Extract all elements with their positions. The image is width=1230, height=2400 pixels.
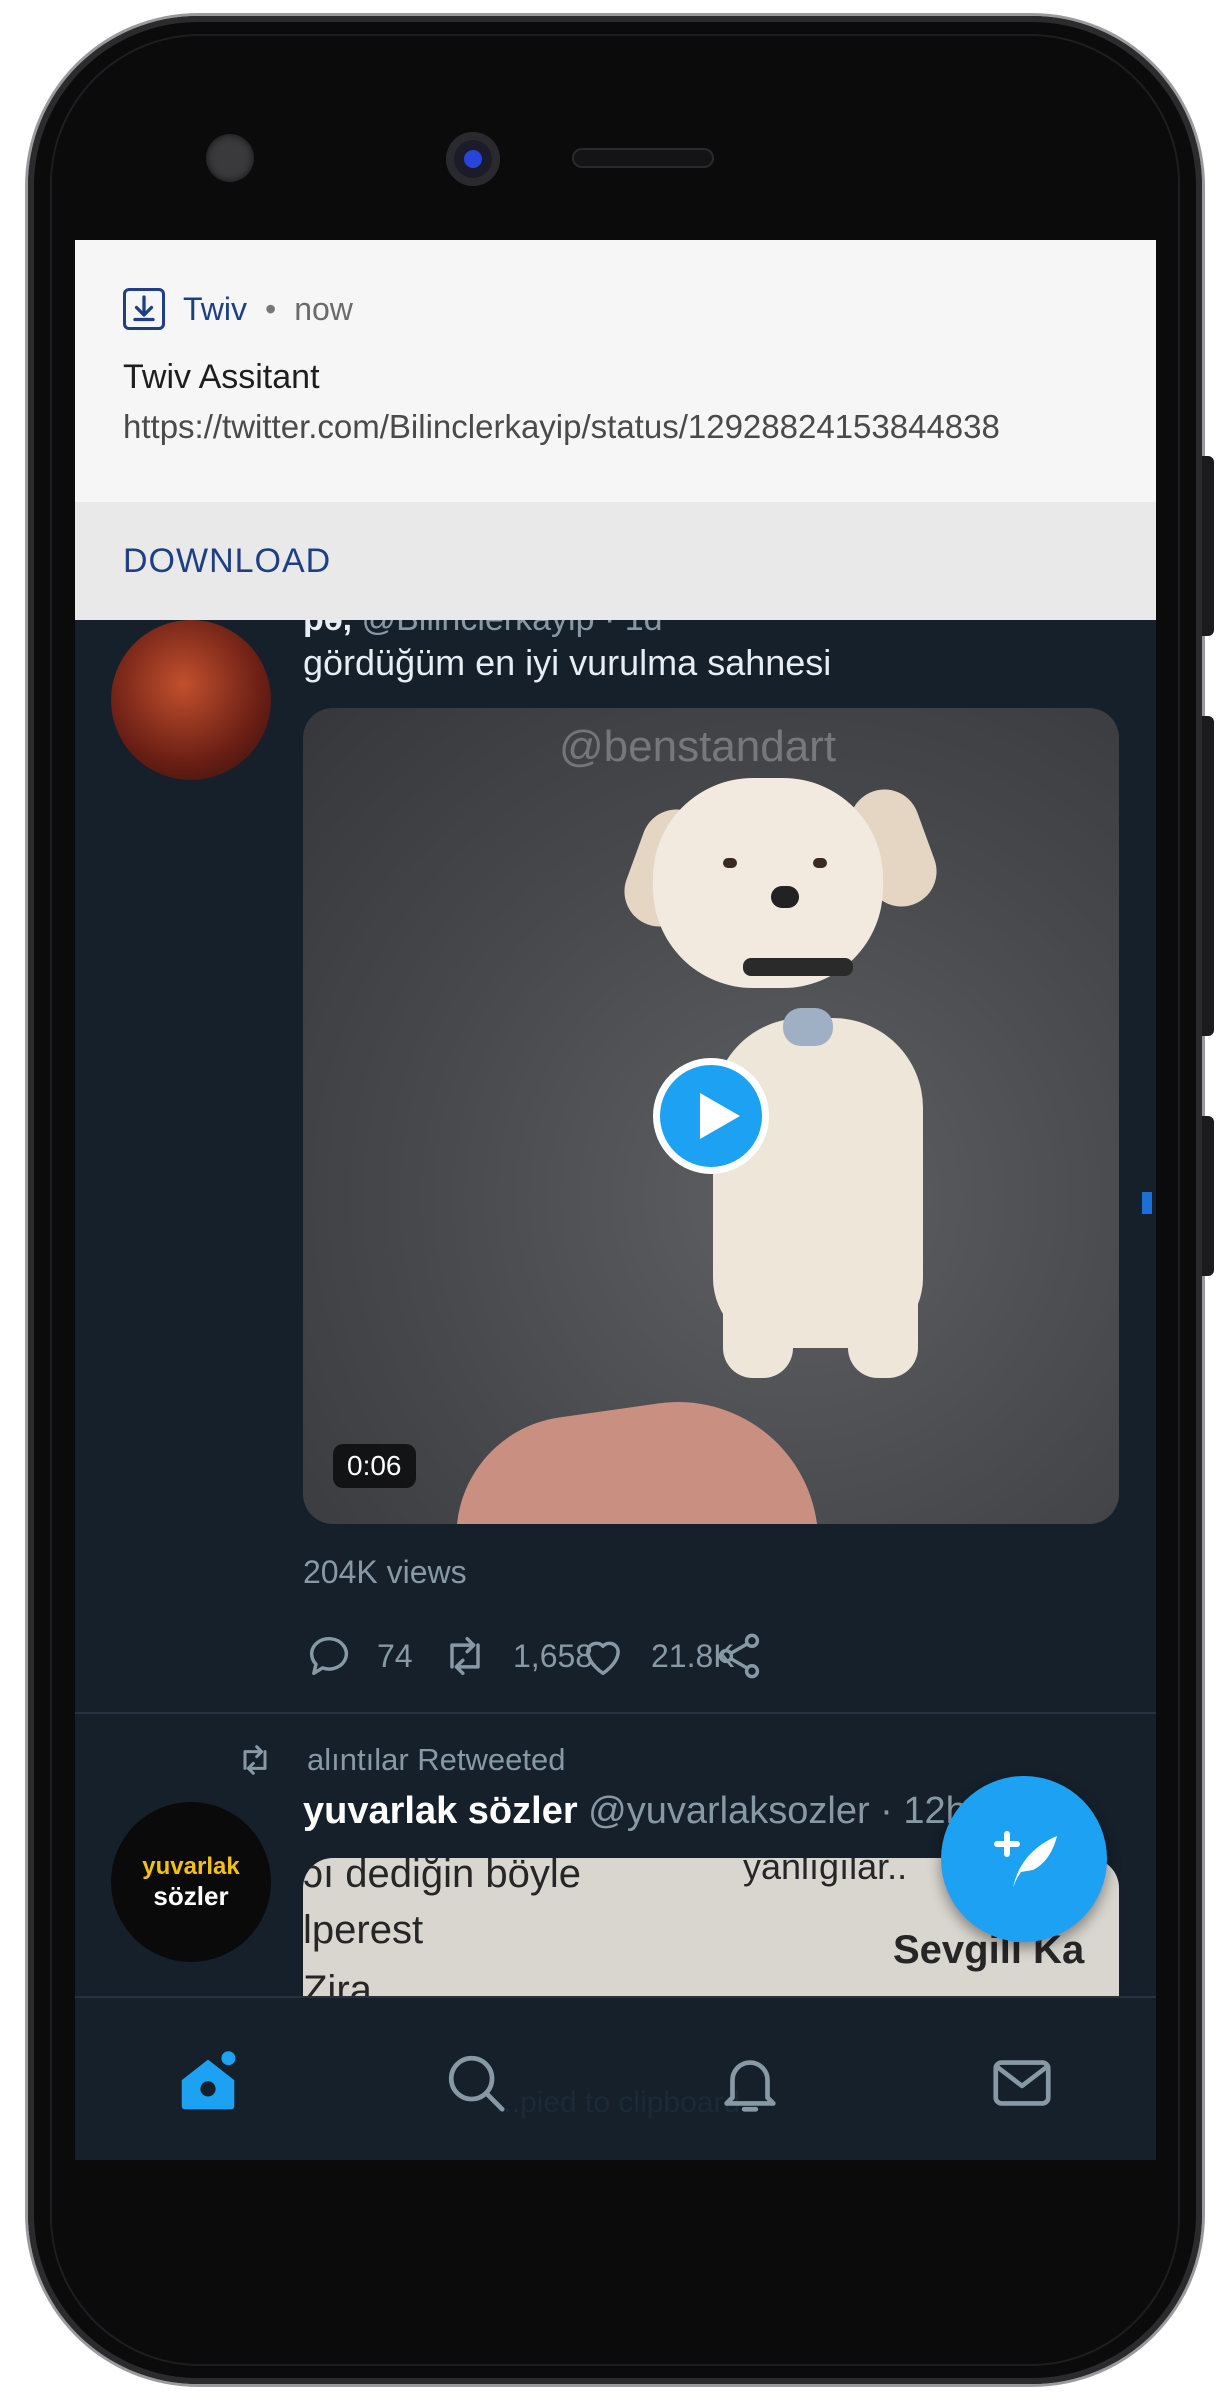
messages-icon [993,2060,1051,2106]
notifications-icon [724,2060,776,2112]
retweeted-by[interactable]: alıntılar Retweeted [307,1742,565,1778]
notification[interactable]: Twiv • now Twiv Assitant https://twitter… [75,240,1156,620]
image-text: ɔı dediğin böyle [303,1858,581,1896]
dog-body [713,1018,923,1348]
author-handle: @yuvarlaksozler [588,1790,870,1832]
retweet-button[interactable]: 1,658 [439,1630,593,1682]
screen: pə, @Bilinclerkayip · 1d gördüğüm en iyi… [75,240,1156,2160]
notification-app-name: Twiv [183,290,247,327]
retweet-context: alıntılar Retweeted [235,1740,565,1780]
video-watermark: @benstandart [559,722,837,771]
tweet-divider [75,1712,1156,1714]
video-duration: 0:06 [333,1444,416,1488]
bottom-navigation: ...pied to clipboard [75,1996,1156,2160]
earpiece-speaker [572,148,714,168]
notification-text: https://twitter.com/Bilinclerkayip/statu… [123,408,1000,445]
video-media[interactable]: @benstandart 0:06 [303,708,1119,1524]
dog-tag [783,1008,833,1046]
separator: · [880,1790,893,1832]
download-button[interactable]: DOWNLOAD [123,542,331,581]
image-text: yanlıgılar.. [743,1858,908,1887]
play-button[interactable] [653,1058,769,1174]
volume-down-button [1202,716,1214,1036]
dog-eye [723,858,737,868]
author-name[interactable]: yuvarlak sözler [303,1790,578,1832]
search-icon [448,2055,505,2112]
volume-up-button [1202,456,1214,636]
share-button[interactable] [713,1630,765,1682]
hand [440,1383,826,1524]
reply-count: 74 [377,1637,413,1674]
download-icon [123,288,165,330]
front-camera [446,132,500,186]
avatar-text: sözler [153,1881,229,1911]
power-button [1202,1116,1214,1276]
notification-actions: DOWNLOAD [75,502,1156,620]
scroll-indicator [1142,1192,1152,1214]
dog-collar [743,958,853,976]
nav-search[interactable] [441,2048,511,2118]
avatar-text: yuvarlak [142,1853,240,1880]
avatar[interactable]: yuvarlak sözler [111,1802,271,1962]
nav-home[interactable] [173,2048,243,2118]
image-text: lperest [303,1908,424,1952]
like-button[interactable]: 21.8K [577,1630,735,1682]
compose-button[interactable] [941,1776,1107,1942]
toast-text: ...pied to clipboard [495,2086,741,2119]
tweet-text: gördüğüm en iyi vurulma sahnesi [303,642,832,683]
share-icon [718,1633,760,1679]
tweet-actions: 74 1,658 21.8K [303,1630,1023,1690]
dog-head [653,778,883,988]
nav-messages[interactable] [987,2048,1057,2118]
dog-eye [813,858,827,868]
notification-time: now [294,290,353,327]
retweet-icon [450,1636,480,1676]
separator: • [265,290,277,327]
notification-header: Twiv • now [123,288,353,330]
heart-icon [586,1641,620,1676]
avatar[interactable] [111,620,271,780]
reply-icon [309,1636,349,1676]
view-count: 204K views [303,1554,467,1590]
dog-nose [771,886,799,908]
home-icon [181,2051,236,2110]
notification-title: Twiv Assitant [123,358,320,396]
tweet-author-line: yuvarlak sözler @yuvarlaksozler · 12h [303,1790,967,1833]
nav-notifications[interactable] [715,2048,785,2118]
compose-feather-icon [994,1831,1057,1888]
proximity-sensor [206,134,254,182]
reply-button[interactable]: 74 [303,1630,413,1682]
retweet-icon [243,1745,267,1775]
